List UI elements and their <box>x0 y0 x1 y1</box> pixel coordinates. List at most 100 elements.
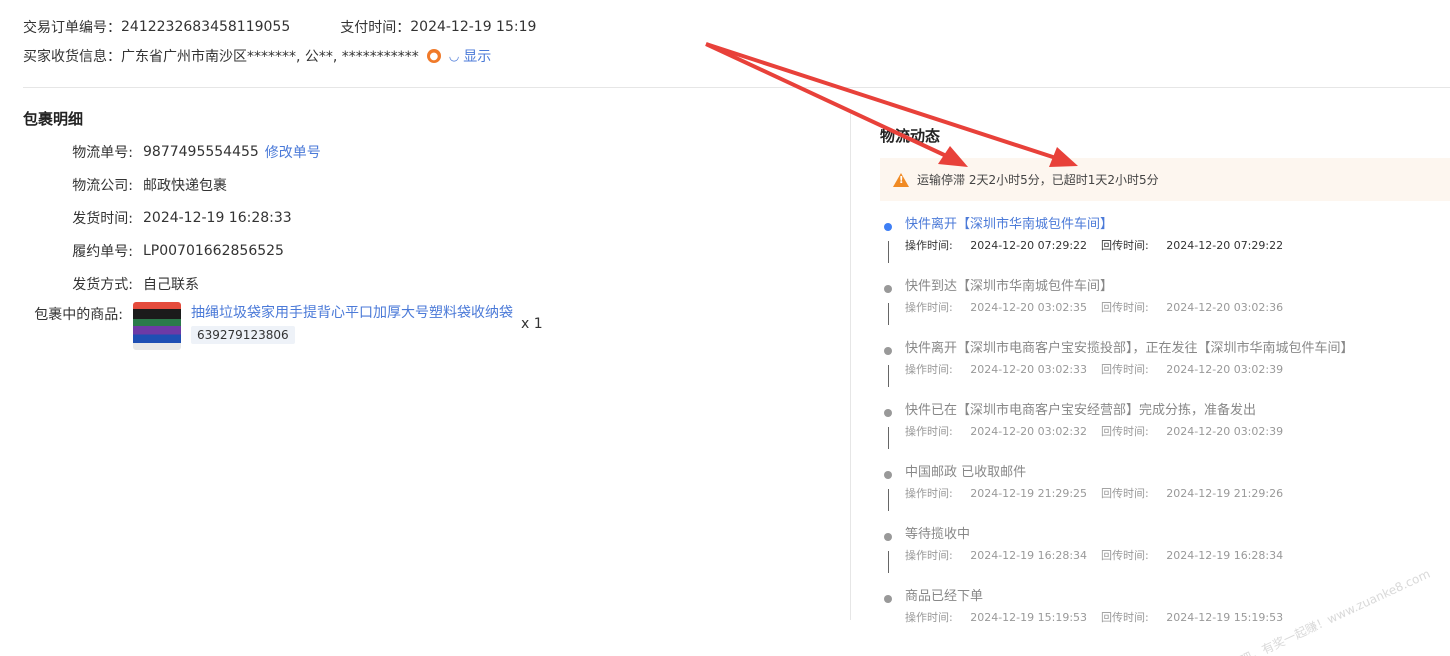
event-title: 快件离开【深圳市电商客户宝安揽投部】，正在发往【深圳市华南城包件车间】 <box>905 341 1354 356</box>
ship-time-value: 2024-12-19 16:28:33 <box>143 210 292 226</box>
timeline-dot <box>884 409 892 417</box>
upload-time-value: 2024-12-19 15:19:53 <box>1166 611 1284 624</box>
package-details: 包裹明细 物流单号: 9877495554455 修改单号 物流公司: 邮政快递… <box>23 108 783 350</box>
divider <box>23 87 1450 88</box>
upload-time-value: 2024-12-20 03:02:39 <box>1166 425 1284 438</box>
op-time-label: 操作时间: <box>905 487 953 500</box>
op-time: 操作时间: 2024-12-19 16:28:34 <box>905 549 1087 562</box>
show-label: 显示 <box>463 49 492 65</box>
op-time-value: 2024-12-19 15:19:53 <box>970 611 1088 624</box>
warning-icon <box>893 172 909 187</box>
timeline-dot <box>884 471 892 479</box>
timeline-connector <box>888 365 889 387</box>
goods-row: 包裹中的商品: 抽绳垃圾袋家用手提背心平口加厚大号塑料袋收纳袋 63927912… <box>23 302 783 350</box>
logistics-panel: 物流动态 运输停滞 2天2小时5分，已超时1天2小时5分 快件离开【深圳市华南城… <box>880 125 1450 649</box>
timeline-dot <box>884 595 892 603</box>
order-info: 交易订单编号： 2412232683458119055 支付时间： 2024-1… <box>23 17 536 66</box>
timeline-dot <box>884 285 892 293</box>
event-times: 操作时间: 2024-12-20 03:02:35 回传时间: 2024-12-2… <box>905 299 1450 315</box>
op-time-value: 2024-12-19 21:29:25 <box>970 487 1088 500</box>
pay-time: 2024-12-19 15:19 <box>410 19 537 35</box>
product-title-link[interactable]: 抽绳垃圾袋家用手提背心平口加厚大号塑料袋收纳袋 <box>191 302 513 322</box>
package-title: 包裹明细 <box>23 110 84 128</box>
company-label: 物流公司: <box>72 178 133 194</box>
modify-tracking-link[interactable]: 修改单号 <box>265 142 321 162</box>
upload-time-label: 回传时间: <box>1101 611 1149 624</box>
timeline-connector <box>888 427 889 449</box>
op-time: 操作时间: 2024-12-20 07:29:22 <box>905 239 1087 252</box>
product-quantity: x 1 <box>521 316 543 332</box>
upload-time: 回传时间: 2024-12-20 03:02:39 <box>1101 363 1283 376</box>
upload-time: 回传时间: 2024-12-20 03:02:39 <box>1101 425 1283 438</box>
timeline-event: 快件到达【深圳市华南城包件车间】 操作时间: 2024-12-20 03:02:3… <box>880 277 1450 339</box>
op-time-label: 操作时间: <box>905 363 953 376</box>
upload-time: 回传时间: 2024-12-20 03:02:36 <box>1101 301 1283 314</box>
op-time-value: 2024-12-20 03:02:32 <box>970 425 1088 438</box>
company-value: 邮政快递包裹 <box>143 178 227 194</box>
stall-warning: 运输停滞 2天2小时5分，已超时1天2小时5分 <box>880 158 1450 201</box>
op-time-label: 操作时间: <box>905 611 953 624</box>
event-times: 操作时间: 2024-12-20 03:02:32 回传时间: 2024-12-2… <box>905 423 1450 439</box>
timeline-event: 快件已在【深圳市电商客户宝安经营部】完成分拣，准备发出 操作时间: 2024-12… <box>880 401 1450 463</box>
tracking-label: 物流单号: <box>72 145 133 161</box>
event-title: 中国邮政 已收取邮件 <box>905 465 1027 480</box>
upload-time: 回传时间: 2024-12-19 21:29:26 <box>1101 487 1283 500</box>
op-time-value: 2024-12-20 03:02:35 <box>970 301 1088 314</box>
event-times: 操作时间: 2024-12-19 15:19:53 回传时间: 2024-12-1… <box>905 609 1450 625</box>
op-time-value: 2024-12-20 07:29:22 <box>970 239 1088 252</box>
event-title: 等待揽收中 <box>905 527 971 542</box>
op-time: 操作时间: 2024-12-19 15:19:53 <box>905 611 1087 624</box>
upload-time-value: 2024-12-20 03:02:36 <box>1166 301 1284 314</box>
op-time-value: 2024-12-20 03:02:33 <box>970 363 1088 376</box>
event-times: 操作时间: 2024-12-19 21:29:25 回传时间: 2024-12-1… <box>905 485 1450 501</box>
op-time-label: 操作时间: <box>905 425 953 438</box>
logistics-title: 物流动态 <box>880 127 941 145</box>
tracking-number: 9877495554455 <box>143 144 259 160</box>
product-thumbnail[interactable] <box>133 302 181 350</box>
eye-icon: ◡ <box>448 49 460 63</box>
timeline-event: 中国邮政 已收取邮件 操作时间: 2024-12-19 21:29:25 回传时间:… <box>880 463 1450 525</box>
upload-time: 回传时间: 2024-12-19 16:28:34 <box>1101 549 1283 562</box>
timeline-event: 快件离开【深圳市华南城包件车间】 操作时间: 2024-12-20 07:29:2… <box>880 215 1450 277</box>
upload-time-value: 2024-12-20 03:02:39 <box>1166 363 1284 376</box>
timeline-connector <box>888 489 889 511</box>
op-time-label: 操作时间: <box>905 301 953 314</box>
show-address-button[interactable]: ◡ 显示 <box>449 46 491 66</box>
event-title: 快件已在【深圳市电商客户宝安经营部】完成分拣，准备发出 <box>905 403 1257 418</box>
order-no: 2412232683458119055 <box>121 19 291 35</box>
op-time-label: 操作时间: <box>905 549 953 562</box>
upload-time-value: 2024-12-20 07:29:22 <box>1166 239 1284 252</box>
upload-time-label: 回传时间: <box>1101 301 1149 314</box>
vertical-divider <box>850 110 851 620</box>
ship-time-label: 发货时间: <box>72 211 133 227</box>
event-times: 操作时间: 2024-12-20 03:02:33 回传时间: 2024-12-2… <box>905 361 1450 377</box>
op-time: 操作时间: 2024-12-19 21:29:25 <box>905 487 1087 500</box>
method-label: 发货方式: <box>72 277 133 293</box>
upload-time-label: 回传时间: <box>1101 487 1149 500</box>
upload-time-value: 2024-12-19 21:29:26 <box>1166 487 1284 500</box>
timeline-dot <box>884 347 892 355</box>
event-times: 操作时间: 2024-12-20 07:29:22 回传时间: 2024-12-2… <box>905 237 1450 253</box>
product-sku: 639279123806 <box>191 326 295 344</box>
timeline-event: 快件离开【深圳市电商客户宝安揽投部】，正在发往【深圳市华南城包件车间】 操作时间:… <box>880 339 1450 401</box>
address-value: 广东省广州市南沙区*******, 公**, *********** <box>121 49 419 65</box>
address-label: 买家收货信息： <box>23 49 121 65</box>
fulfill-label: 履约单号: <box>72 244 133 260</box>
upload-time: 回传时间: 2024-12-19 15:19:53 <box>1101 611 1283 624</box>
method-value: 自己联系 <box>143 277 199 293</box>
op-time-value: 2024-12-19 16:28:34 <box>970 549 1088 562</box>
timeline-event: 等待揽收中 操作时间: 2024-12-19 16:28:34 回传时间: 2024… <box>880 525 1450 587</box>
timeline-dot <box>884 223 892 231</box>
shield-icon: ● <box>426 49 441 63</box>
upload-time-label: 回传时间: <box>1101 425 1149 438</box>
timeline-dot <box>884 533 892 541</box>
event-title: 快件离开【深圳市华南城包件车间】 <box>905 217 1114 232</box>
op-time: 操作时间: 2024-12-20 03:02:33 <box>905 363 1087 376</box>
upload-time-label: 回传时间: <box>1101 549 1149 562</box>
logistics-timeline: 快件离开【深圳市华南城包件车间】 操作时间: 2024-12-20 07:29:2… <box>880 215 1450 649</box>
pay-time-label: 支付时间： <box>340 20 411 36</box>
upload-time-value: 2024-12-19 16:28:34 <box>1166 549 1284 562</box>
upload-time-label: 回传时间: <box>1101 239 1149 252</box>
event-title: 快件到达【深圳市华南城包件车间】 <box>905 279 1114 294</box>
warning-text: 运输停滞 2天2小时5分，已超时1天2小时5分 <box>917 173 1159 187</box>
